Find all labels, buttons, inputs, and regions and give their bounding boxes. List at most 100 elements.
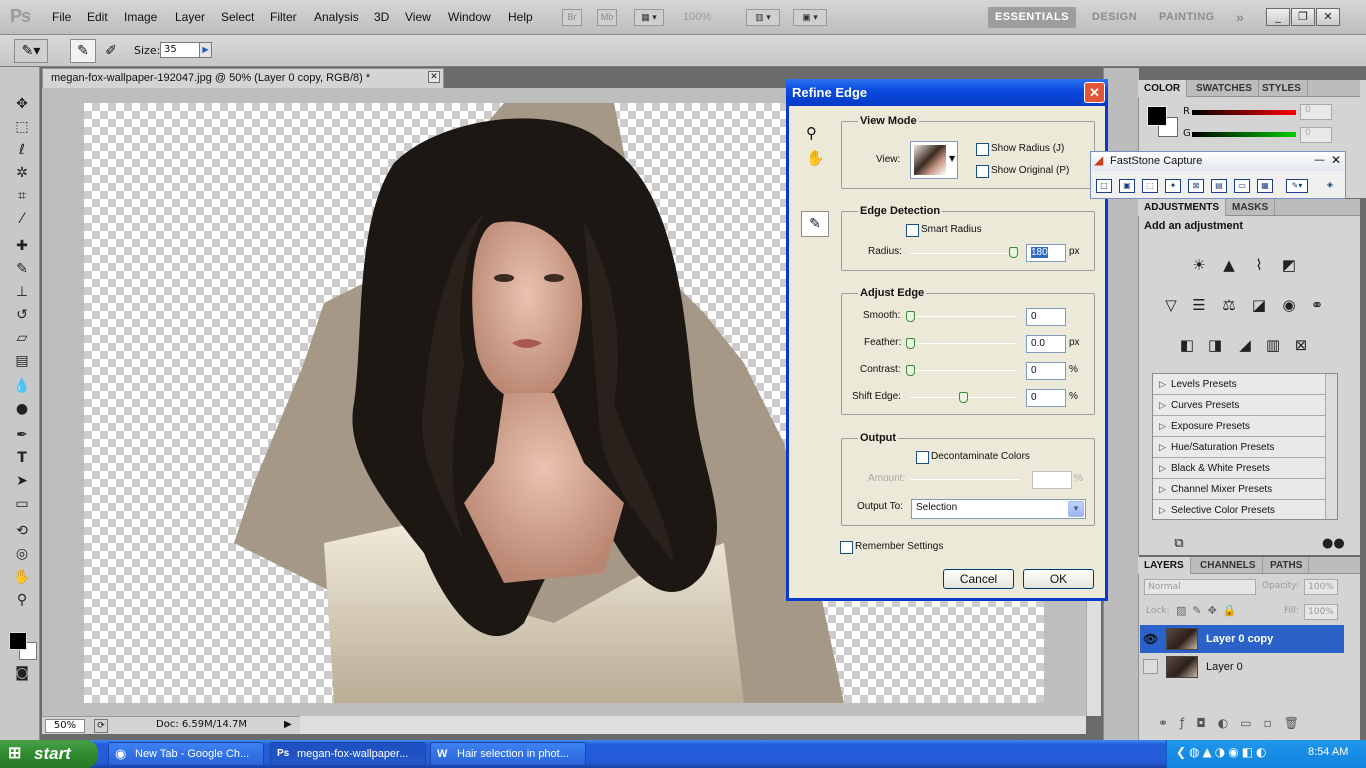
blend-mode-select[interactable]: Normal xyxy=(1144,579,1256,595)
path-selection-tool-icon[interactable]: ➤ xyxy=(10,471,34,491)
feather-slider[interactable] xyxy=(910,343,1016,344)
preset-levels[interactable]: ▷ Levels Presets xyxy=(1153,374,1325,395)
hue-saturation-icon[interactable]: ☰ xyxy=(1188,294,1210,316)
presets-scrollbar[interactable] xyxy=(1325,374,1337,519)
quick-selection-tool-icon[interactable]: ✲ xyxy=(10,163,34,183)
quick-mask-icon[interactable]: ◙ xyxy=(10,663,34,683)
opacity-field[interactable]: 100% xyxy=(1304,579,1338,595)
preset-selective-color[interactable]: ▷ Selective Color Presets xyxy=(1153,500,1325,519)
amount-slider[interactable] xyxy=(910,479,1020,480)
capture-output-icon[interactable]: ✎▾ xyxy=(1286,179,1308,193)
exposure-icon[interactable]: ◩ xyxy=(1278,254,1300,276)
eraser-tool-icon[interactable]: ▱ xyxy=(10,328,34,348)
foreground-color-swatch[interactable] xyxy=(9,632,27,650)
history-brush-tool-icon[interactable]: ↺ xyxy=(10,305,34,325)
faststone-title[interactable]: FastStone Capture xyxy=(1092,152,1344,171)
clip-to-layer-icon[interactable]: ⧉ xyxy=(1168,533,1190,555)
menu-layer[interactable]: Layer xyxy=(175,10,205,24)
color-balance-icon[interactable]: ⚖ xyxy=(1218,294,1240,316)
fill-field[interactable]: 100% xyxy=(1304,604,1338,620)
tool-preset-picker[interactable]: ✎▾ xyxy=(14,39,48,63)
menu-analysis[interactable]: Analysis xyxy=(314,10,359,24)
capture-video-icon[interactable]: ▦ xyxy=(1257,179,1273,193)
close-tab-icon[interactable]: ✕ xyxy=(428,71,440,83)
red-slider[interactable] xyxy=(1192,110,1296,115)
minimize-button[interactable]: _ xyxy=(1266,8,1290,26)
smooth-input[interactable]: 0 xyxy=(1026,308,1066,326)
tab-color[interactable]: COLOR xyxy=(1138,80,1188,97)
tray-icons[interactable]: ❮◍▲◑◉◧◐ xyxy=(1176,745,1270,759)
contrast-slider-thumb[interactable] xyxy=(906,365,915,376)
show-radius-checkbox[interactable] xyxy=(976,143,989,156)
levels-icon[interactable]: ▲ xyxy=(1218,254,1240,276)
faststone-close-icon[interactable]: ✕ xyxy=(1331,153,1341,167)
capture-scrolling-icon[interactable]: ▤ xyxy=(1211,179,1227,193)
decontaminate-checkbox[interactable] xyxy=(916,451,929,464)
visibility-toggle-icon[interactable] xyxy=(1143,659,1158,674)
zoom-percentage-field[interactable]: 50% xyxy=(45,719,85,733)
workspace-painting[interactable]: PAINTING xyxy=(1159,7,1215,28)
workspace-design[interactable]: DESIGN xyxy=(1092,7,1137,28)
close-button[interactable]: ✕ xyxy=(1316,8,1340,26)
contrast-input[interactable]: 0 xyxy=(1026,362,1066,380)
tab-paths[interactable]: PATHS xyxy=(1264,557,1310,574)
photo-filter-icon[interactable]: ◉ xyxy=(1278,294,1300,316)
menu-edit[interactable]: Edit xyxy=(87,10,108,24)
restore-button[interactable]: ❐ xyxy=(1291,8,1315,26)
dodge-tool-icon[interactable]: ● xyxy=(10,399,34,419)
erase-refinements-icon[interactable]: ✐ xyxy=(98,39,124,63)
gradient-tool-icon[interactable]: ▤ xyxy=(10,351,34,371)
hand-tool-icon[interactable]: ✋ xyxy=(806,149,825,167)
preset-channel-mixer[interactable]: ▷ Channel Mixer Presets xyxy=(1153,479,1325,500)
show-original-checkbox[interactable] xyxy=(976,165,989,178)
shift-edge-input[interactable]: 0 xyxy=(1026,389,1066,407)
layer-row-layer-0[interactable]: Layer 0 xyxy=(1140,653,1344,681)
smooth-slider-thumb[interactable] xyxy=(906,311,915,322)
healing-brush-tool-icon[interactable]: ✚ xyxy=(10,236,34,256)
layer-row-layer-0-copy[interactable]: 👁 Layer 0 copy xyxy=(1140,625,1344,653)
preset-exposure[interactable]: ▷ Exposure Presets xyxy=(1153,416,1325,437)
red-value[interactable]: 0 xyxy=(1300,104,1332,120)
capture-window-icon[interactable]: □ xyxy=(1096,179,1112,193)
zoom-tool-icon[interactable]: ⚲ xyxy=(10,590,34,610)
green-value[interactable]: 0 xyxy=(1300,127,1332,143)
preset-curves[interactable]: ▷ Curves Presets xyxy=(1153,395,1325,416)
brightness-contrast-icon[interactable]: ☀ xyxy=(1188,254,1210,276)
task-photoshop[interactable]: Ps megan-fox-wallpaper... xyxy=(270,742,426,766)
shift-edge-slider-thumb[interactable] xyxy=(959,392,968,403)
status-menu-arrow-icon[interactable]: ▶ xyxy=(284,719,292,730)
menu-file[interactable]: File xyxy=(52,10,71,24)
gradient-map-icon[interactable]: ▥ xyxy=(1262,334,1284,356)
channel-mixer-icon[interactable]: ⚭ xyxy=(1306,294,1328,316)
preset-hue-saturation[interactable]: ▷ Hue/Saturation Presets xyxy=(1153,437,1325,458)
workspace-more[interactable]: » xyxy=(1236,7,1244,28)
zoom-level[interactable]: 100% xyxy=(683,11,711,23)
zoom-tool-icon[interactable]: ⚲ xyxy=(806,124,817,142)
menu-help[interactable]: Help xyxy=(508,10,533,24)
curves-icon[interactable]: ⌇ xyxy=(1248,254,1270,276)
capture-fullscreen-icon[interactable]: ⊠ xyxy=(1188,179,1204,193)
panel-options-icon[interactable]: ●● xyxy=(1322,533,1345,555)
tab-swatches[interactable]: SWATCHES xyxy=(1190,80,1259,97)
view-extras-dropdown[interactable]: ▦ ▾ xyxy=(634,9,664,26)
contrast-slider[interactable] xyxy=(910,370,1016,371)
tab-styles[interactable]: STYLES xyxy=(1256,80,1308,97)
remember-settings-checkbox[interactable] xyxy=(840,541,853,554)
type-tool-icon[interactable]: T xyxy=(10,448,34,468)
faststone-minimize-icon[interactable]: — xyxy=(1314,153,1325,166)
hand-tool-icon[interactable]: ✋ xyxy=(10,567,34,587)
feather-slider-thumb[interactable] xyxy=(906,338,915,349)
capture-freehand-icon[interactable]: ✦ xyxy=(1165,179,1181,193)
preset-black-white[interactable]: ▷ Black & White Presets xyxy=(1153,458,1325,479)
dialog-close-button[interactable]: ✕ xyxy=(1084,82,1105,103)
radius-slider-thumb[interactable] xyxy=(1009,247,1018,258)
3d-orbit-tool-icon[interactable]: ◎ xyxy=(10,544,34,564)
refine-radius-brush-icon[interactable]: ✎ xyxy=(70,39,96,63)
menu-image[interactable]: Image xyxy=(124,10,157,24)
task-word[interactable]: W Hair selection in phot... xyxy=(430,742,586,766)
menu-3d[interactable]: 3D xyxy=(374,10,389,24)
view-thumbnail-dropdown[interactable]: ▼ xyxy=(910,141,958,179)
task-chrome[interactable]: ◉ New Tab - Google Ch... xyxy=(108,742,264,766)
tab-masks[interactable]: MASKS xyxy=(1226,199,1276,216)
invert-icon[interactable]: ◧ xyxy=(1176,334,1198,356)
